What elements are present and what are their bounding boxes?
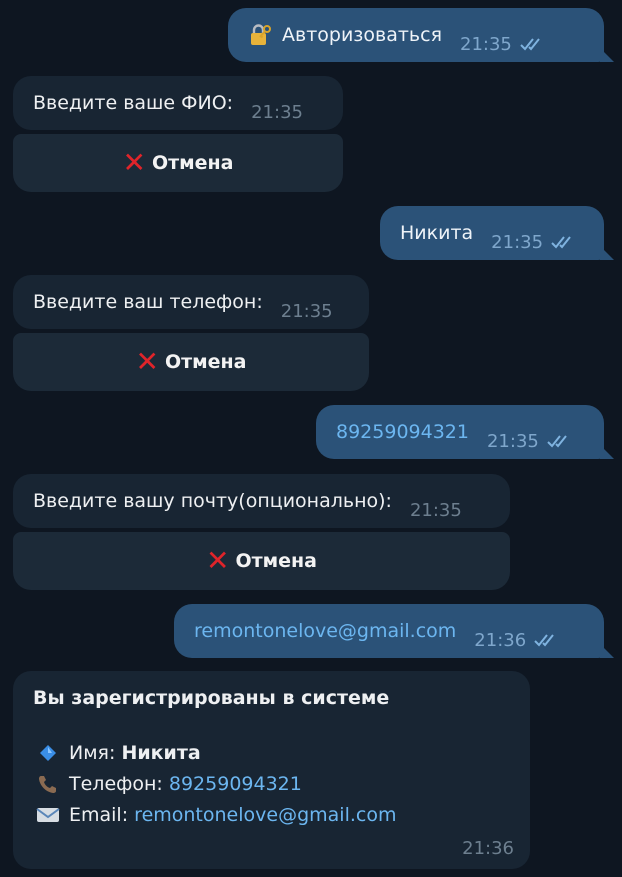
double-check-icon (551, 236, 571, 249)
message-text-phone-link[interactable]: 89259094321 (336, 421, 469, 443)
message-text: Введите ваше ФИО: (33, 92, 234, 114)
summary-email-row: Email: remontonelove@gmail.com (33, 799, 510, 830)
message-text: Введите вашу почту(опционально): (33, 490, 392, 512)
incoming-message-enter-phone: Введите ваш телефон: 21:35 (13, 275, 369, 329)
cross-mark-icon: ✕ (206, 544, 230, 577)
registration-summary-message: Вы зарегистрированы в системе Имя: Никит… (13, 671, 530, 869)
cancel-button-label: Отмена (235, 550, 317, 572)
name-label: Имя: (69, 741, 116, 764)
email-label: Email: (69, 803, 129, 826)
double-check-icon (520, 38, 540, 51)
message-time: 21:35 (460, 33, 512, 55)
cross-mark-icon: ✕ (135, 345, 159, 378)
telephone-receiver-icon (33, 773, 63, 795)
incoming-message-enter-email: Введите вашу почту(опционально): 21:35 (13, 474, 510, 528)
summary-title: Вы зарегистрированы в системе (33, 687, 390, 709)
cross-mark-icon: ✕ (122, 146, 146, 179)
message-text-email-link[interactable]: remontonelove@gmail.com (194, 620, 456, 642)
summary-phone-row: Телефон: 89259094321 (33, 768, 510, 799)
cancel-button[interactable]: ✕ Отмена (13, 134, 343, 192)
message-time: 21:35 (486, 430, 539, 452)
outgoing-message-authorize[interactable]: Авторизоваться 21:35 (228, 8, 604, 62)
cancel-button[interactable]: ✕ Отмена (13, 532, 510, 590)
message-time: 21:35 (280, 300, 333, 322)
message-time: 21:36 (474, 629, 527, 651)
message-text: Авторизоваться (282, 24, 443, 46)
message-text: Введите ваш телефон: (33, 291, 263, 313)
chat-area: Авторизоваться 21:35 Введите ваше ФИО: 2… (0, 0, 622, 877)
cancel-button-label: Отмена (151, 152, 234, 174)
outgoing-message-email[interactable]: remontonelove@gmail.com 21:36 (174, 604, 604, 658)
double-check-icon (534, 634, 554, 647)
message-time: 21:36 (462, 838, 514, 859)
phone-link[interactable]: 89259094321 (169, 773, 302, 795)
summary-name-row: Имя: Никита (33, 737, 510, 768)
blue-diamond-icon (33, 744, 63, 762)
cancel-button-label: Отмена (164, 351, 247, 373)
outgoing-message-phone[interactable]: 89259094321 21:35 (316, 405, 604, 459)
phone-label: Телефон: (69, 772, 163, 795)
lock-with-key-icon (251, 24, 271, 45)
message-text: Никита (400, 222, 474, 244)
incoming-message-enter-name: Введите ваше ФИО: 21:35 (13, 76, 343, 130)
outgoing-message-name[interactable]: Никита 21:35 (380, 206, 604, 260)
email-link[interactable]: remontonelove@gmail.com (134, 804, 396, 826)
message-time: 21:35 (491, 231, 544, 253)
double-check-icon (547, 435, 567, 448)
name-value: Никита (121, 741, 201, 764)
message-time: 21:35 (409, 499, 462, 521)
email-envelope-icon (33, 806, 63, 824)
message-time: 21:35 (251, 101, 303, 123)
cancel-button[interactable]: ✕ Отмена (13, 333, 369, 391)
